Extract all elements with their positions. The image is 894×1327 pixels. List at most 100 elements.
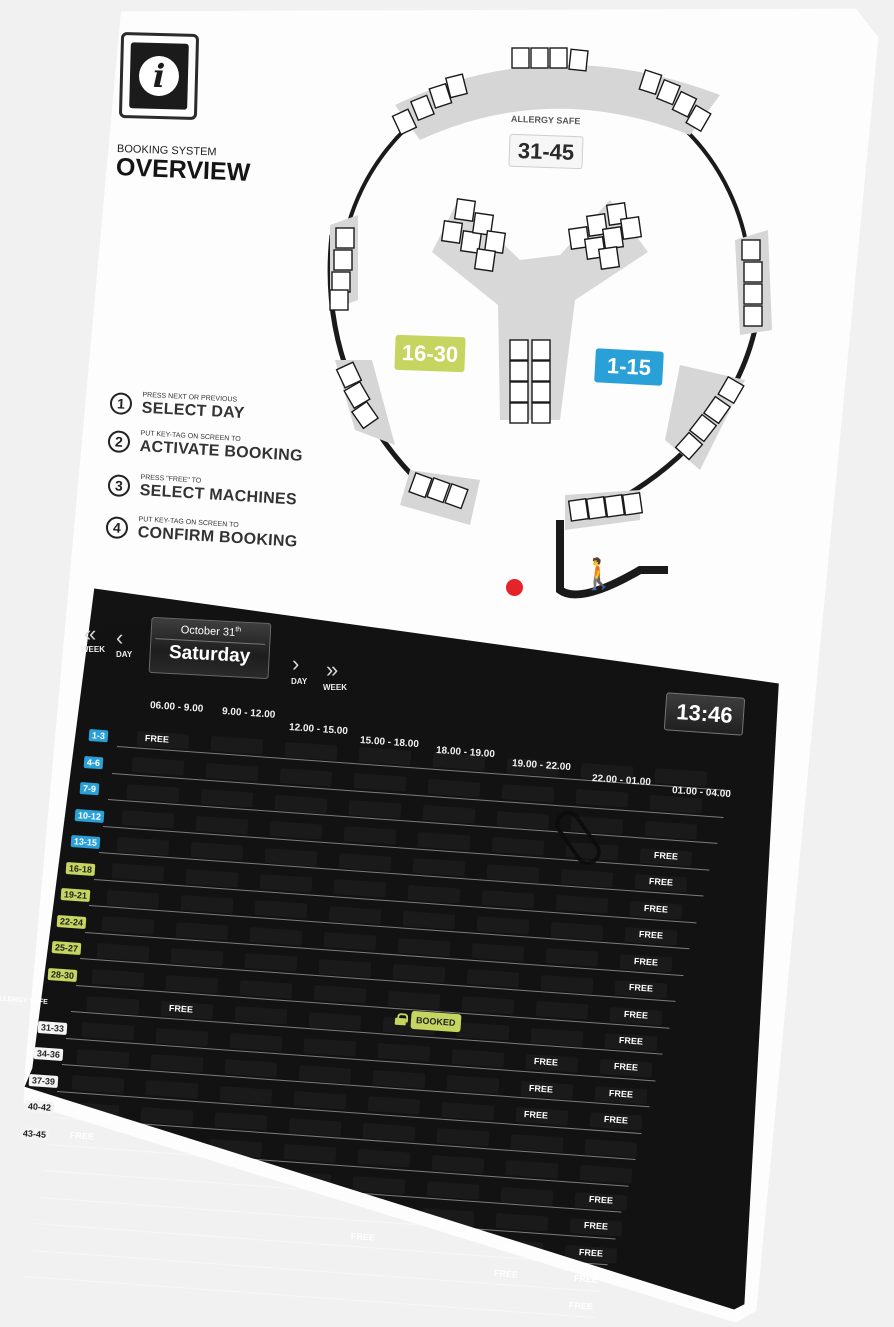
free-slot-button[interactable]: FREE: [579, 1247, 604, 1259]
slot-unavailable: [654, 768, 707, 787]
slot-unavailable: [407, 885, 460, 904]
slot-unavailable: [56, 1155, 109, 1174]
row-label: 25-27: [51, 941, 82, 956]
slot-unavailable: [500, 1187, 553, 1206]
schedule-grid: 06.00 - 9.00 9.00 - 12.00 12.00 - 15.00 15.…: [0, 0, 894, 1327]
slot-unavailable: [402, 911, 455, 930]
free-slot-button[interactable]: FREE: [639, 929, 664, 941]
row-label: 31-33: [37, 1020, 68, 1035]
slot-unavailable: [343, 826, 396, 845]
row-label: 22-24: [56, 914, 87, 929]
slot-unavailable: [46, 1207, 99, 1226]
row-label: 40-42: [24, 1100, 54, 1115]
slot-unavailable: [254, 900, 307, 919]
slot-unavailable: [284, 742, 337, 761]
slot-unavailable: [244, 953, 297, 972]
slot-unavailable: [510, 1134, 563, 1153]
free-slot-button[interactable]: FREE: [145, 733, 170, 745]
slot-unavailable: [140, 1107, 193, 1126]
slot-unavailable: [279, 768, 332, 787]
free-slot-button[interactable]: FREE: [644, 903, 669, 915]
free-slot-button[interactable]: FREE: [589, 1194, 614, 1206]
free-slot-button[interactable]: FREE: [609, 1088, 634, 1100]
slot-unavailable: [293, 1091, 346, 1110]
free-slot-button[interactable]: FREE: [351, 1231, 376, 1243]
slot-unavailable: [422, 805, 475, 824]
slot-unavailable: [496, 811, 549, 830]
slot-unavailable: [431, 1155, 484, 1174]
free-slot-button[interactable]: FREE: [529, 1083, 554, 1095]
slot-unavailable: [362, 1123, 415, 1142]
slot-unavailable: [145, 1080, 198, 1099]
slot-unavailable: [298, 1065, 351, 1084]
slot-unavailable: [249, 927, 302, 946]
slot-unavailable: [274, 795, 327, 814]
slot-unavailable: [126, 784, 179, 803]
slot-unavailable: [555, 895, 608, 914]
slot-unavailable: [200, 789, 253, 808]
slot-unavailable: [41, 1234, 94, 1253]
slot-unavailable: [332, 1282, 385, 1301]
slot-unavailable: [328, 906, 381, 925]
free-slot-button[interactable]: FREE: [634, 956, 659, 968]
slot-unavailable: [505, 1160, 558, 1179]
free-slot-button[interactable]: FREE: [619, 1035, 644, 1047]
free-slot-button[interactable]: FREE: [604, 1114, 629, 1126]
slot-unavailable: [273, 1197, 326, 1216]
free-slot-button[interactable]: FREE: [624, 1009, 649, 1021]
slot-unavailable: [264, 848, 317, 867]
slot-unavailable: [471, 943, 524, 962]
free-slot-button[interactable]: FREE: [629, 982, 654, 994]
slot-unavailable: [461, 996, 514, 1015]
free-slot-button[interactable]: FREE: [584, 1220, 609, 1232]
free-slot-button[interactable]: FREE: [70, 1130, 95, 1142]
slot-unavailable: [101, 916, 154, 935]
slot-unavailable: [580, 763, 633, 782]
slot-unavailable: [451, 1049, 504, 1068]
free-slot-button[interactable]: FREE: [574, 1273, 599, 1285]
slot-unavailable: [185, 869, 238, 888]
free-slot-button[interactable]: FREE: [169, 1003, 194, 1015]
slot-unavailable: [392, 964, 445, 983]
slot-unavailable: [446, 1075, 499, 1094]
slot-unavailable: [412, 858, 465, 877]
slot-unavailable: [155, 1028, 208, 1047]
slot-unavailable: [426, 1181, 479, 1200]
free-slot-button[interactable]: FREE: [569, 1300, 594, 1312]
slot-unavailable: [486, 864, 539, 883]
slot-unavailable: [495, 1213, 548, 1232]
slot-unavailable: [560, 869, 613, 888]
booked-badge: BOOKED: [410, 1010, 462, 1033]
slot-unavailable: [269, 821, 322, 840]
slot-unavailable: [372, 1070, 425, 1089]
slot-unavailable: [51, 1181, 104, 1200]
row-label: 16-18: [65, 861, 96, 876]
free-slot-button[interactable]: FREE: [654, 850, 679, 862]
time-slot-header: 12.00 - 15.00: [288, 722, 349, 738]
slot-unavailable: [352, 1176, 405, 1195]
free-slot-button[interactable]: FREE: [524, 1109, 549, 1121]
row-label: 7-9: [79, 782, 100, 796]
slot-unavailable: [121, 810, 174, 829]
slot-unavailable: [135, 1133, 188, 1152]
slot-unavailable: [501, 784, 554, 803]
slot-unavailable: [397, 938, 450, 957]
free-slot-button[interactable]: FREE: [649, 876, 674, 888]
slot-unavailable: [308, 1012, 361, 1031]
slot-unavailable: [195, 816, 248, 835]
slot-unavailable: [116, 837, 169, 856]
slot-unavailable: [96, 943, 149, 962]
slot-unavailable: [575, 789, 628, 808]
slot-unavailable: [313, 985, 366, 1004]
slot-unavailable: [347, 1202, 400, 1221]
slot-unavailable: [357, 1149, 410, 1168]
row-label: 28-30: [47, 967, 77, 982]
free-slot-button[interactable]: FREE: [534, 1056, 559, 1068]
slot-unavailable: [234, 1006, 287, 1025]
row-label: ALLERGY SAFE: [0, 995, 49, 1006]
slot-unavailable: [259, 874, 312, 893]
free-slot-button[interactable]: FREE: [494, 1268, 519, 1280]
slot-unavailable: [421, 1208, 474, 1227]
slot-unavailable: [579, 1165, 632, 1184]
row-label: 19-21: [60, 888, 91, 903]
